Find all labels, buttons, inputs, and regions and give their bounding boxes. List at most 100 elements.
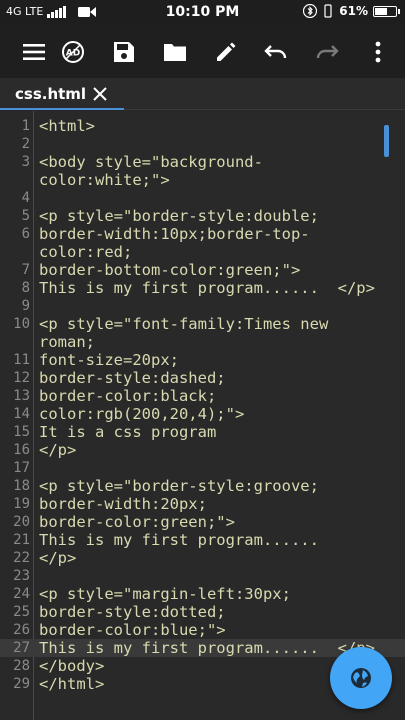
line-text: border-color:blue;"> <box>39 621 226 639</box>
line-text: <p style="font-family:Times new <box>39 315 329 333</box>
ad-button[interactable]: AD <box>57 36 89 68</box>
line-number: 11 <box>13 352 30 368</box>
redo-button[interactable] <box>311 36 343 68</box>
line-number: 18 <box>13 478 30 494</box>
line-text: border-width:10px;border-top- <box>39 225 310 243</box>
tab-close-button[interactable] <box>90 84 110 104</box>
code-line[interactable]: 6 border-width:10px;border-top- <box>0 225 405 243</box>
line-number: 15 <box>13 424 30 440</box>
code-line[interactable]: 4 <box>0 189 405 207</box>
close-icon <box>93 87 107 101</box>
menu-button[interactable] <box>18 36 50 68</box>
tab-bar: css.html <box>0 78 405 110</box>
code-line[interactable]: 14 color:rgb(200,20,4);"> <box>0 405 405 423</box>
line-text: It is a css program <box>39 423 217 441</box>
code-editor[interactable]: 1 <html> 2 3 <body style="background-color:w… <box>0 111 405 720</box>
line-number: 25 <box>13 604 30 620</box>
line-number: 12 <box>13 370 30 386</box>
code-line[interactable]: 21 This is my first program...... <box>0 531 405 549</box>
line-text: <html> <box>39 117 95 135</box>
edit-button[interactable] <box>210 36 242 68</box>
line-number: 23 <box>13 568 30 584</box>
save-button[interactable] <box>108 36 140 68</box>
code-line[interactable]: 10 <p style="font-family:Times new <box>0 315 405 333</box>
line-number: 10 <box>13 316 30 332</box>
code-line[interactable]: 22 </p> <box>0 549 405 567</box>
more-vert-icon <box>375 41 381 63</box>
line-number: 3 <box>21 154 30 170</box>
save-icon <box>114 42 134 62</box>
line-number: 17 <box>13 460 30 476</box>
line-text: color:rgb(200,20,4);"> <box>39 405 245 423</box>
status-right: 61% <box>303 4 400 18</box>
code-line[interactable]: 9 <box>0 297 405 315</box>
line-number: 13 <box>13 388 30 404</box>
line-number: 4 <box>21 190 30 206</box>
line-text: color:white;"> <box>39 171 170 189</box>
preview-fab-button[interactable] <box>330 647 392 709</box>
code-line[interactable]: color:white;"> <box>0 171 405 189</box>
code-line[interactable]: 11 font-size=20px; <box>0 351 405 369</box>
open-folder-button[interactable] <box>159 36 191 68</box>
edit-icon <box>217 42 236 61</box>
menu-icon <box>23 44 45 60</box>
more-options-button[interactable] <box>362 36 394 68</box>
code-line[interactable]: 5 <p style="border-style:double; <box>0 207 405 225</box>
code-line[interactable]: 19 border-width:20px; <box>0 495 405 513</box>
code-line[interactable]: 17 <box>0 459 405 477</box>
code-line[interactable]: 1 <html> <box>0 117 405 135</box>
line-text: border-color:black; <box>39 387 217 405</box>
line-number: 6 <box>21 226 30 242</box>
code-line[interactable]: 20 border-color:green;"> <box>0 513 405 531</box>
line-number: 24 <box>13 586 30 602</box>
line-number: 21 <box>13 532 30 548</box>
line-number: 14 <box>13 406 30 422</box>
line-text: font-size=20px; <box>39 351 179 369</box>
code-line[interactable]: 15 It is a css program <box>0 423 405 441</box>
line-number: 22 <box>13 550 30 566</box>
line-text: This is my first program...... <box>39 531 319 549</box>
line-number: 9 <box>21 298 30 314</box>
code-line[interactable]: 26 border-color:blue;"> <box>0 621 405 639</box>
line-text: color:red; <box>39 243 133 261</box>
code-line[interactable]: color:red; <box>0 243 405 261</box>
line-number: 19 <box>13 496 30 512</box>
line-number: 29 <box>13 676 30 692</box>
code-line[interactable]: 23 <box>0 567 405 585</box>
code-line[interactable]: 8 This is my first program...... </p> <box>0 279 405 297</box>
redo-icon <box>316 45 339 59</box>
line-text: </html> <box>39 675 105 693</box>
line-text: <p style="margin-left:30px; <box>39 585 291 603</box>
code-line[interactable]: 7 border-bottom-color:green;"> <box>0 261 405 279</box>
wifi-vibrate-icon <box>324 4 332 18</box>
code-line[interactable]: 24 <p style="margin-left:30px; <box>0 585 405 603</box>
code-line[interactable]: roman; <box>0 333 405 351</box>
globe-icon <box>351 668 371 688</box>
line-text: </p> <box>39 549 77 567</box>
code-line[interactable]: 3 <body style="background- <box>0 153 405 171</box>
line-number: 20 <box>13 514 30 530</box>
code-line[interactable]: 25 border-style:dotted; <box>0 603 405 621</box>
code-line[interactable]: 12 border-style:dashed; <box>0 369 405 387</box>
line-number: 1 <box>21 118 30 134</box>
code-line[interactable]: 13 border-color:black; <box>0 387 405 405</box>
line-text: </p> <box>39 441 77 459</box>
line-text: </body> <box>39 657 105 675</box>
line-text: border-style:dashed; <box>39 369 226 387</box>
line-number: 7 <box>21 262 30 278</box>
app-toolbar: AD <box>0 26 405 78</box>
folder-icon <box>164 44 186 61</box>
line-number: 2 <box>21 136 30 152</box>
line-number: 5 <box>21 208 30 224</box>
line-number: 26 <box>13 622 30 638</box>
line-text: <body style="background- <box>39 153 263 171</box>
code-line[interactable]: 16 </p> <box>0 441 405 459</box>
undo-icon <box>264 45 287 59</box>
code-line[interactable]: 2 <box>0 135 405 153</box>
tab-css-html[interactable]: css.html <box>0 78 124 110</box>
undo-button[interactable] <box>260 36 292 68</box>
code-line[interactable]: 18 <p style="border-style:groove; <box>0 477 405 495</box>
line-number: 8 <box>21 280 30 296</box>
scrollbar-thumb[interactable] <box>384 125 389 157</box>
line-text: This is my first program...... </p> <box>39 279 375 297</box>
